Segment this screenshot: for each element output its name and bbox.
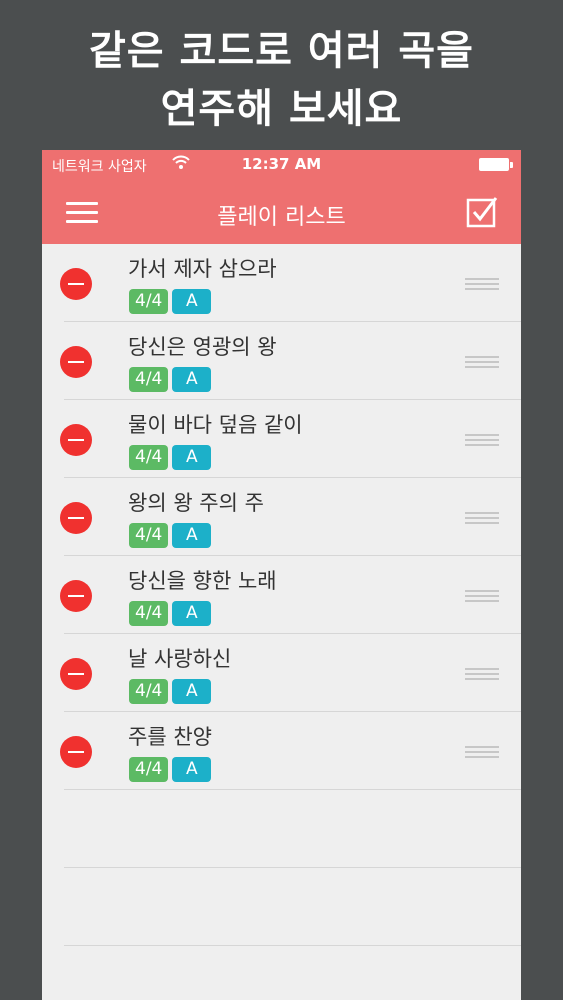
- page-title: 플레이 리스트: [217, 205, 346, 230]
- song-badges: 4/4 A: [129, 679, 212, 704]
- time-signature-badge: 4/4: [129, 289, 169, 314]
- reorder-handle-icon[interactable]: [465, 590, 499, 602]
- time-signature-badge: 4/4: [129, 757, 169, 782]
- key-badge: A: [172, 601, 212, 626]
- empty-row: [42, 868, 521, 946]
- battery-icon: [479, 158, 513, 171]
- delete-minus-icon[interactable]: [60, 268, 92, 300]
- list-item[interactable]: 주를 찬양 4/4 A: [42, 712, 521, 790]
- delete-minus-icon[interactable]: [60, 658, 92, 690]
- delete-minus-icon[interactable]: [60, 346, 92, 378]
- reorder-handle-icon[interactable]: [465, 434, 499, 446]
- song-title: 당신을 향한 노래: [128, 569, 277, 593]
- song-title: 날 사랑하신: [128, 647, 232, 671]
- key-badge: A: [172, 289, 212, 314]
- headline-line-1: 같은 코드로 여러 곡을: [89, 28, 474, 74]
- list-item[interactable]: 날 사랑하신 4/4 A: [42, 634, 521, 712]
- song-badges: 4/4 A: [129, 523, 212, 548]
- song-title: 가서 제자 삼으라: [128, 257, 277, 281]
- playlist: 가서 제자 삼으라 4/4 A 당신은 영광의 왕 4/4 A 물이 바다 덮음…: [42, 244, 521, 946]
- song-title: 물이 바다 덮음 같이: [128, 413, 303, 437]
- promo-headline: 같은 코드로 여러 곡을 연주해 보세요: [0, 22, 563, 138]
- song-title: 당신은 영광의 왕: [128, 335, 277, 359]
- status-time: 12:37 AM: [241, 155, 322, 173]
- list-item[interactable]: 가서 제자 삼으라 4/4 A: [42, 244, 521, 322]
- key-badge: A: [172, 445, 212, 470]
- nav-bar: 플레이 리스트: [42, 180, 521, 244]
- delete-minus-icon[interactable]: [60, 736, 92, 768]
- song-title: 왕의 왕 주의 주: [128, 491, 264, 515]
- list-item[interactable]: 왕의 왕 주의 주 4/4 A: [42, 478, 521, 556]
- song-badges: 4/4 A: [129, 601, 212, 626]
- time-signature-badge: 4/4: [129, 601, 169, 626]
- list-item[interactable]: 당신은 영광의 왕 4/4 A: [42, 322, 521, 400]
- key-badge: A: [172, 757, 212, 782]
- song-badges: 4/4 A: [129, 367, 212, 392]
- delete-minus-icon[interactable]: [60, 580, 92, 612]
- reorder-handle-icon[interactable]: [465, 356, 499, 368]
- empty-row: [42, 790, 521, 868]
- reorder-handle-icon[interactable]: [465, 746, 499, 758]
- key-badge: A: [172, 367, 212, 392]
- time-signature-badge: 4/4: [129, 679, 169, 704]
- status-bar: 네트워크 사업자 12:37 AM: [42, 150, 521, 180]
- song-badges: 4/4 A: [129, 757, 212, 782]
- reorder-handle-icon[interactable]: [465, 668, 499, 680]
- key-badge: A: [172, 679, 212, 704]
- phone-screen: 네트워크 사업자 12:37 AM 플레이 리스트 가서 제자 삼으라 4/4 …: [42, 150, 521, 1000]
- reorder-handle-icon[interactable]: [465, 512, 499, 524]
- delete-minus-icon[interactable]: [60, 424, 92, 456]
- checkbox-checked-icon[interactable]: [465, 195, 499, 229]
- time-signature-badge: 4/4: [129, 367, 169, 392]
- reorder-handle-icon[interactable]: [465, 278, 499, 290]
- headline-line-2: 연주해 보세요: [160, 86, 403, 132]
- list-item[interactable]: 당신을 향한 노래 4/4 A: [42, 556, 521, 634]
- delete-minus-icon[interactable]: [60, 502, 92, 534]
- time-signature-badge: 4/4: [129, 445, 169, 470]
- key-badge: A: [172, 523, 212, 548]
- song-title: 주를 찬양: [128, 725, 212, 749]
- row-divider: [64, 945, 521, 946]
- song-badges: 4/4 A: [129, 445, 212, 470]
- list-item[interactable]: 물이 바다 덮음 같이 4/4 A: [42, 400, 521, 478]
- time-signature-badge: 4/4: [129, 523, 169, 548]
- song-badges: 4/4 A: [129, 289, 212, 314]
